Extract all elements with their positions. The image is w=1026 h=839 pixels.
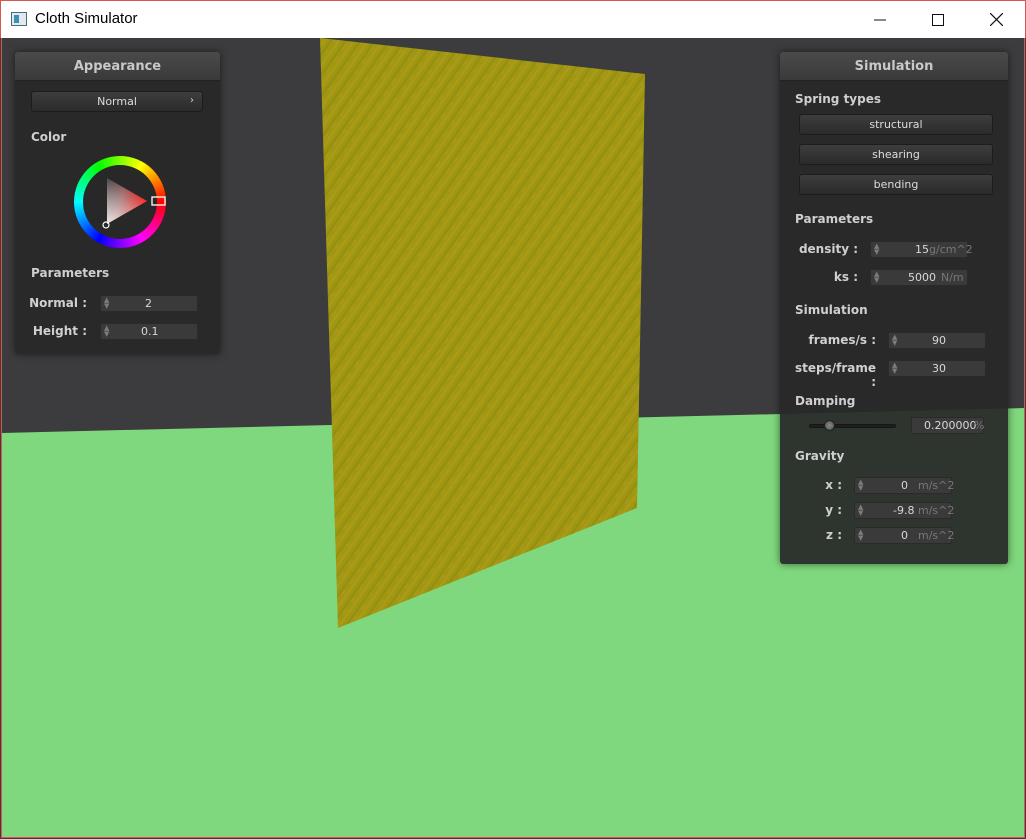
steps-input[interactable]: ▲ ▼ 30 <box>888 360 986 377</box>
chevron-right-icon: › <box>190 95 194 106</box>
simulation-panel: Simulation Spring types structural shear… <box>780 52 1008 564</box>
color-section-label: Color <box>31 130 67 144</box>
spinner-icon[interactable]: ▲ ▼ <box>858 529 863 542</box>
bending-button[interactable]: bending <box>799 174 993 195</box>
spinner-icon[interactable]: ▲ ▼ <box>858 504 863 517</box>
spring-types-label: Spring types <box>795 92 882 106</box>
gravity-y-label: y : <box>825 503 842 517</box>
spinner-icon[interactable]: ▲ ▼ <box>874 243 879 256</box>
maximize-button[interactable] <box>909 1 967 38</box>
gravity-x-unit: m/s^2 <box>918 479 955 492</box>
color-triangle[interactable] <box>74 156 166 248</box>
structural-button[interactable]: structural <box>799 114 993 135</box>
height-value: 0.1 <box>141 325 159 338</box>
gravity-x-value: 0 <box>901 479 908 492</box>
shearing-button[interactable]: shearing <box>799 144 993 165</box>
gravity-y-unit: m/s^2 <box>918 504 955 517</box>
minimize-icon <box>874 19 886 20</box>
damping-slider[interactable] <box>809 420 896 432</box>
shader-dropdown-label: Normal <box>97 95 137 108</box>
appearance-panel-title: Appearance <box>15 52 220 81</box>
close-icon <box>989 13 1003 26</box>
app-window-icon <box>11 12 27 26</box>
normal-input[interactable]: ▲ ▼ 2 <box>100 295 198 312</box>
simulation-panel-title: Simulation <box>780 52 1008 81</box>
fps-input[interactable]: ▲ ▼ 90 <box>888 332 986 349</box>
spinner-icon[interactable]: ▲ ▼ <box>874 271 879 284</box>
fps-value: 90 <box>932 334 946 347</box>
title-bar: Cloth Simulator <box>0 0 1026 38</box>
spinner-icon[interactable]: ▲ ▼ <box>104 297 109 310</box>
shader-dropdown[interactable]: Normal › <box>31 91 203 112</box>
spinner-icon[interactable]: ▲ ▼ <box>892 334 897 347</box>
gravity-z-value: 0 <box>901 529 908 542</box>
gravity-z-unit: m/s^2 <box>918 529 955 542</box>
density-label: density : <box>798 242 858 256</box>
gravity-x-input[interactable]: ▲ ▼ 0 m/s^2 <box>854 477 955 494</box>
ks-input[interactable]: ▲ ▼ 5000 N/m <box>870 269 968 286</box>
height-input[interactable]: ▲ ▼ 0.1 <box>100 323 198 340</box>
spinner-icon[interactable]: ▲ ▼ <box>892 362 897 375</box>
ks-unit: N/m <box>941 271 964 284</box>
fps-label: frames/s : <box>808 333 876 347</box>
appearance-panel: Appearance Normal › Color Parameters Nor… <box>15 52 220 354</box>
damping-value: 0.200000 <box>924 419 977 432</box>
density-value: 15 <box>915 243 929 256</box>
density-input[interactable]: ▲ ▼ 15 g/cm^2 <box>870 241 973 258</box>
maximize-icon <box>932 13 944 26</box>
close-button[interactable] <box>967 1 1025 38</box>
ks-value: 5000 <box>908 271 936 284</box>
window-title: Cloth Simulator <box>35 10 138 27</box>
normal-value: 2 <box>145 297 152 310</box>
normal-label: Normal : <box>29 296 87 310</box>
appearance-parameters-label: Parameters <box>31 266 110 280</box>
density-unit: g/cm^2 <box>929 243 973 256</box>
steps-value: 30 <box>932 362 946 375</box>
gravity-y-input[interactable]: ▲ ▼ -9.8 m/s^2 <box>854 502 955 519</box>
spinner-icon[interactable]: ▲ ▼ <box>858 479 863 492</box>
damping-unit: % <box>974 419 985 432</box>
damping-input[interactable]: 0.200000 % <box>911 417 984 434</box>
gravity-z-input[interactable]: ▲ ▼ 0 m/s^2 <box>854 527 955 544</box>
simulation-section-label: Simulation <box>795 303 868 317</box>
damping-slider-knob[interactable] <box>824 420 835 431</box>
gravity-label: Gravity <box>795 449 845 463</box>
gravity-z-label: z : <box>826 528 842 542</box>
damping-label: Damping <box>795 394 856 408</box>
spinner-icon[interactable]: ▲ ▼ <box>104 325 109 338</box>
sim-parameters-label: Parameters <box>795 212 874 226</box>
minimize-button[interactable] <box>851 1 909 38</box>
ks-label: ks : <box>833 270 858 284</box>
gravity-x-label: x : <box>825 478 842 492</box>
height-label: Height : <box>32 324 87 338</box>
color-wheel[interactable] <box>74 156 166 248</box>
gravity-y-value: -9.8 <box>893 504 915 517</box>
steps-label: steps/frame : <box>794 361 876 389</box>
